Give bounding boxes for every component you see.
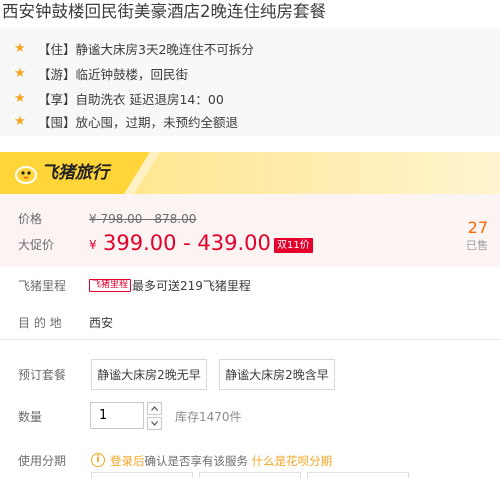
login-link[interactable]: 登录后 [110,454,145,468]
destination-label: 目 的 地 [18,316,62,330]
promo-currency: ¥ [89,238,97,252]
chevron-up-icon [151,406,158,411]
section-divider [0,339,500,340]
quantity-label: 数量 [18,410,43,424]
feature-list: ★ 【住】静谧大床房3天2晚连住不可拆分 ★ 【游】临近钟鼓楼，回民街 ★ 【享… [0,29,500,136]
feature-item: ★ 【囤】放心囤，过期，未预约全额退 [14,111,238,131]
chevron-down-icon [151,421,158,426]
price-label: 价格 [18,212,43,226]
mileage-text: 最多可送219飞猪里程 [132,279,251,293]
installment-info: 登录后确认是否享有该服务 什么是花呗分期 [110,453,332,469]
feature-item: ★ 【享】自助洗衣 延迟退房14：00 [14,88,224,108]
installment-option[interactable] [199,472,301,478]
promo-price-label: 大促价 [18,238,55,252]
brand-name: 飞猪旅行 [41,163,109,183]
installment-option[interactable] [91,472,193,478]
package-option-with-breakfast[interactable]: 静谧大床房2晚含早 [219,359,335,390]
sold-label: 已售 [466,239,488,252]
feature-item: ★ 【住】静谧大床房3天2晚连住不可拆分 [14,38,254,58]
installment-label: 使用分期 [18,454,67,468]
star-icon: ★ [14,40,26,56]
stock-text: 库存1470件 [175,410,242,424]
installment-note: 确认是否享有该服务 [144,454,249,468]
original-price: ¥ 798.00 - 878.00 [89,212,197,226]
star-icon: ★ [14,65,26,81]
star-icon: ★ [14,90,26,106]
huabei-help-link[interactable]: 什么是花呗分期 [252,454,333,468]
promo-badge: 双11价 [274,238,313,253]
mileage-badge: 飞猪里程 [89,279,132,292]
feature-text: 【游】临近钟鼓楼，回民街 [38,66,189,82]
brand-banner: 飞猪旅行 [0,152,500,194]
sold-count: 27 [467,218,488,237]
package-option-no-breakfast[interactable]: 静谧大床房2晚无早 [91,359,207,390]
quantity-input[interactable]: 1 [90,402,144,429]
feature-item: ★ 【游】临近钟鼓楼，回民街 [14,63,188,83]
mileage-label: 飞猪里程 [18,279,67,293]
destination-value: 西安 [89,316,114,330]
quantity-decrement-button[interactable] [147,417,162,430]
product-title: 西安钟鼓楼回民街美豪酒店2晚连住纯房套餐 [2,2,326,21]
installment-option[interactable] [307,472,409,478]
info-icon: i [91,453,105,467]
quantity-increment-button[interactable] [147,402,162,415]
fliggy-logo-icon [15,166,37,184]
feature-text: 【囤】放心囤，过期，未预约全额退 [38,114,239,130]
star-icon: ★ [14,113,26,129]
package-label: 预订套餐 [18,368,67,382]
feature-text: 【住】静谧大床房3天2晚连住不可拆分 [38,41,254,57]
feature-text: 【享】自助洗衣 延迟退房14：00 [38,91,224,107]
promo-price: 399.00 - 439.00 [103,231,271,255]
